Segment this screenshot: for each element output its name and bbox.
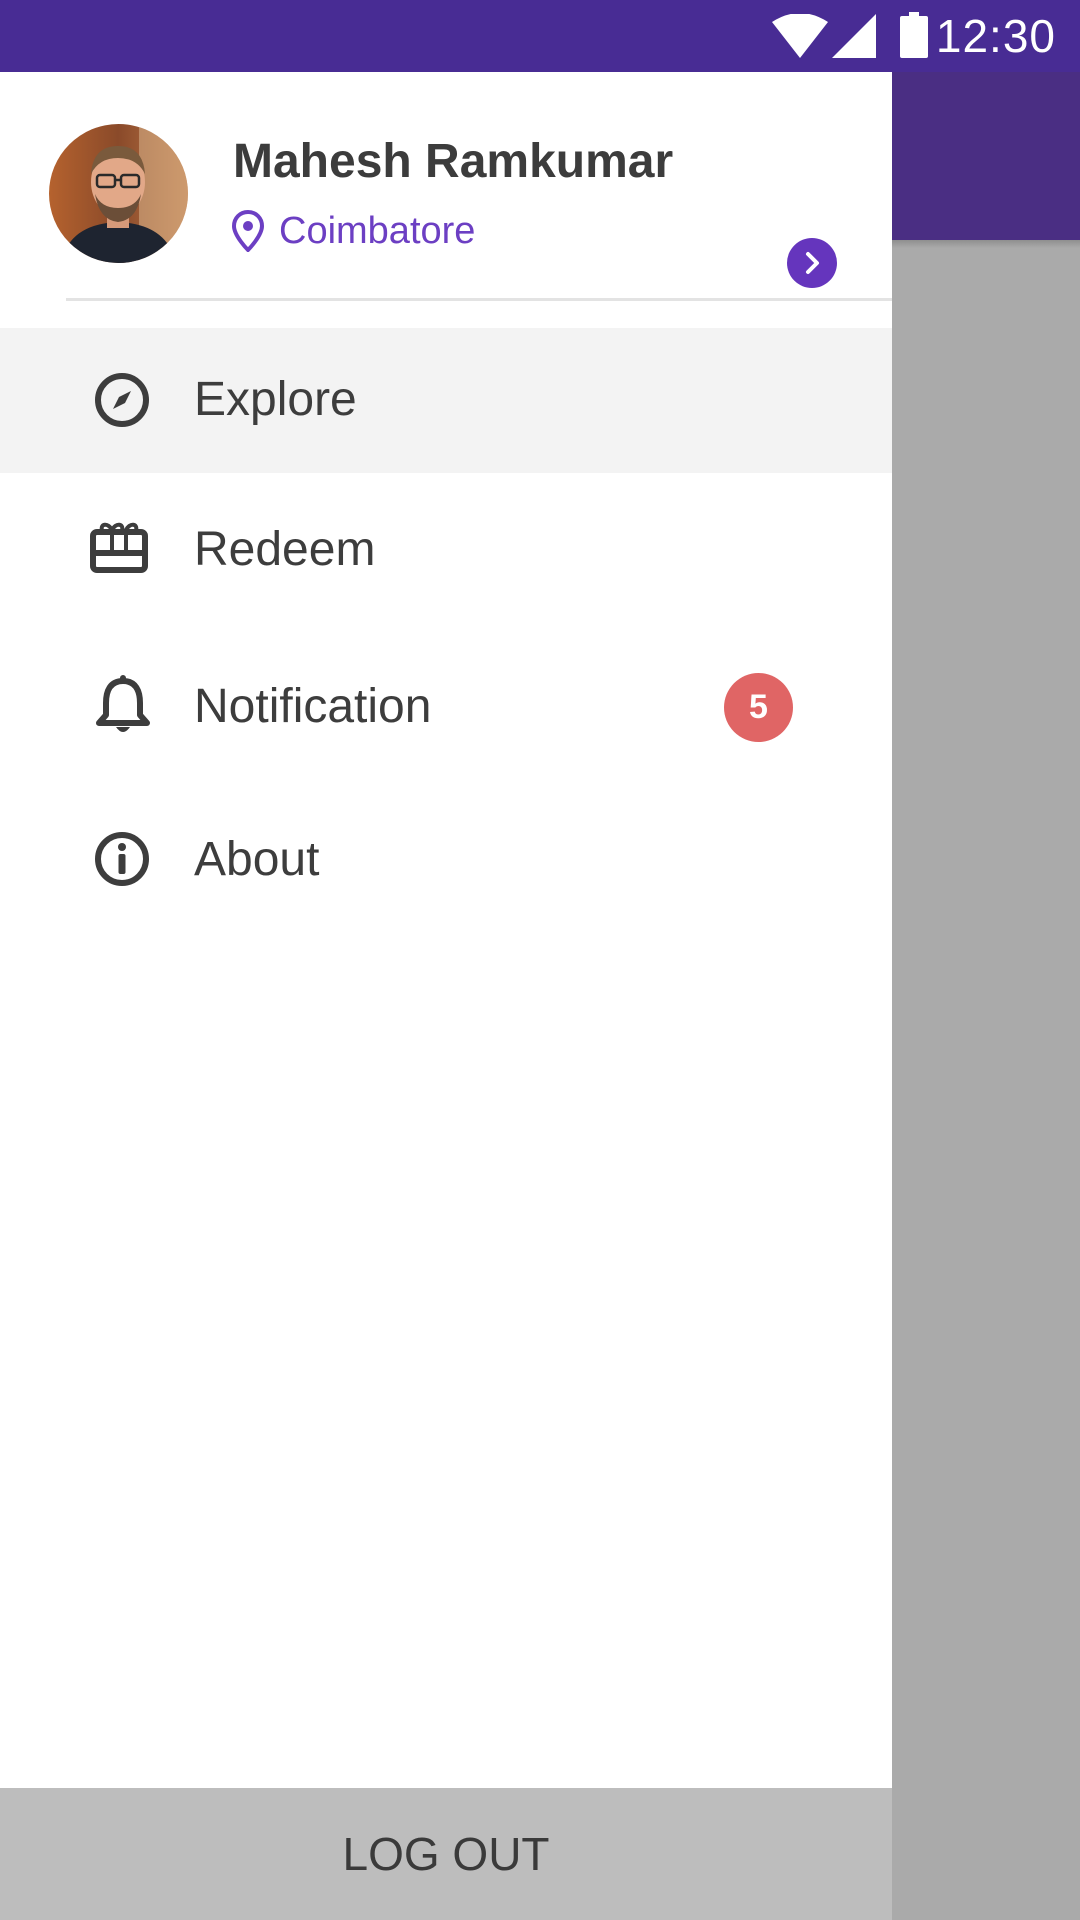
status-bar: 12:30 [0, 0, 1080, 72]
profile-header[interactable]: Mahesh Ramkumar Coimbatore [0, 72, 892, 300]
avatar[interactable] [49, 124, 188, 263]
bell-icon [96, 675, 150, 732]
profile-divider [66, 298, 892, 301]
app-screen: 12:30 Mahesh Ramkumar Coimbatore Explore… [0, 0, 1080, 1920]
navigation-drawer: Mahesh Ramkumar Coimbatore Explore Redee… [0, 72, 892, 1920]
menu-item-label: About [194, 833, 320, 886]
notification-count-badge: 5 [724, 673, 793, 742]
status-time: 12:30 [935, 10, 1056, 62]
menu-item-notification[interactable]: Notification 5 [0, 635, 892, 780]
profile-arrow-button[interactable] [787, 238, 837, 288]
battery-icon [900, 12, 928, 58]
menu-item-about[interactable]: About [0, 788, 892, 933]
menu-item-label: Explore [194, 373, 357, 426]
profile-name: Mahesh Ramkumar [233, 135, 674, 188]
map-pin-icon [232, 210, 264, 252]
cell-signal-icon [832, 14, 876, 58]
menu-item-label: Redeem [194, 523, 376, 576]
wifi-icon [772, 14, 828, 58]
logout-button[interactable]: LOG OUT [0, 1788, 892, 1920]
menu-item-label: Notification [194, 680, 432, 733]
menu-item-redeem[interactable]: Redeem [0, 478, 892, 623]
app-bar-shadow [892, 240, 1080, 248]
profile-location: Coimbatore [279, 210, 476, 252]
menu-item-explore[interactable]: Explore [0, 328, 892, 473]
gift-card-icon [90, 522, 148, 573]
info-icon [95, 832, 149, 886]
chevron-right-icon [806, 252, 819, 274]
compass-icon [95, 373, 149, 427]
